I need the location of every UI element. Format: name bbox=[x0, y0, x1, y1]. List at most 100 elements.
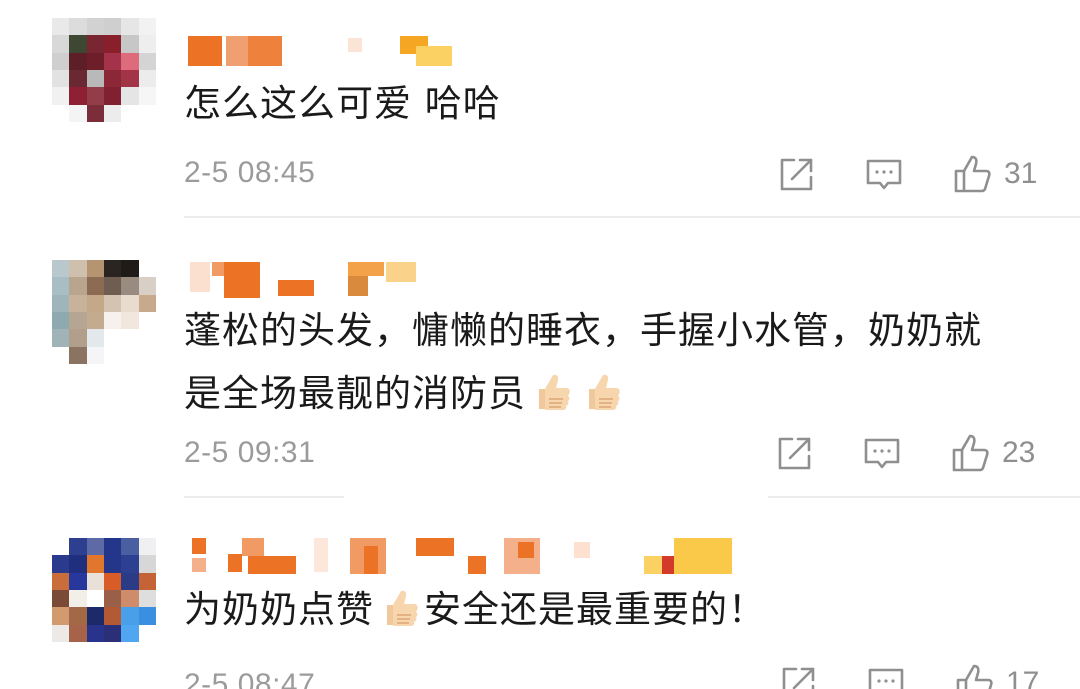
avatar-pixel bbox=[138, 277, 156, 295]
username[interactable] bbox=[188, 260, 488, 300]
avatar-pixel bbox=[69, 607, 87, 625]
share-icon bbox=[778, 664, 818, 689]
avatar-pixel bbox=[138, 572, 156, 590]
avatar-pixel bbox=[69, 555, 87, 573]
avatar-pixel bbox=[138, 70, 156, 88]
avatar-pixel bbox=[104, 104, 122, 122]
like-button[interactable]: 23 bbox=[950, 432, 1035, 474]
avatar-pixel bbox=[52, 555, 70, 573]
like-button[interactable]: 17 bbox=[954, 662, 1039, 689]
avatar-pixel bbox=[86, 70, 104, 88]
avatar-pixel bbox=[104, 607, 122, 625]
avatar-pixel bbox=[69, 70, 87, 88]
comment-text-line: 蓬松的头发，慵懒的睡衣，手握小水管，奶奶就 bbox=[184, 309, 982, 352]
avatar-pixel bbox=[86, 35, 104, 53]
avatar-pixel bbox=[69, 346, 87, 364]
avatar-pixel bbox=[121, 312, 139, 330]
avatar-pixel bbox=[121, 87, 139, 105]
avatar-pixel bbox=[52, 294, 70, 312]
reply-button[interactable] bbox=[864, 155, 904, 195]
reply-button[interactable] bbox=[862, 434, 902, 474]
avatar-pixel bbox=[86, 104, 104, 122]
like-count: 17 bbox=[1006, 666, 1040, 689]
avatar-pixel bbox=[69, 294, 87, 312]
avatar-pixel bbox=[104, 52, 122, 70]
comment-list: 怎么这么可爱 哈哈 2-5 08:45 31 蓬松的头发，慵懒的睡衣，手握小水管… bbox=[0, 0, 1080, 689]
avatar-pixel bbox=[86, 312, 104, 330]
avatar-pixel bbox=[121, 277, 139, 295]
avatar-pixel bbox=[138, 624, 156, 642]
avatar[interactable] bbox=[52, 260, 156, 364]
avatar-pixel bbox=[86, 277, 104, 295]
comment-text-part: 安全还是最重要的！ bbox=[424, 588, 766, 631]
avatar-pixel bbox=[138, 555, 156, 573]
like-icon bbox=[954, 662, 996, 689]
like-button[interactable]: 31 bbox=[952, 153, 1037, 195]
like-count: 31 bbox=[1004, 157, 1038, 190]
avatar-pixel bbox=[69, 312, 87, 330]
reply-button[interactable] bbox=[866, 664, 906, 689]
avatar-pixel bbox=[86, 87, 104, 105]
avatar-pixel bbox=[86, 329, 104, 347]
avatar-pixel bbox=[104, 312, 122, 330]
avatar-pixel bbox=[69, 329, 87, 347]
avatar-pixel bbox=[104, 572, 122, 590]
comment-text: 蓬松的头发，慵懒的睡衣，手握小水管，奶奶就 是全场最靓的消防员 bbox=[184, 299, 1040, 425]
comment-text: 为奶奶点赞 安全还是最重要的！ bbox=[184, 578, 1040, 641]
avatar[interactable] bbox=[52, 538, 156, 642]
comment-item: 怎么这么可爱 哈哈 2-5 08:45 31 bbox=[0, 0, 1080, 218]
avatar-pixel bbox=[69, 538, 87, 556]
share-button[interactable] bbox=[776, 155, 816, 195]
share-button[interactable] bbox=[778, 664, 818, 689]
avatar-pixel bbox=[69, 572, 87, 590]
avatar-pixel bbox=[52, 607, 70, 625]
avatar-pixel bbox=[138, 52, 156, 70]
avatar-pixel bbox=[121, 607, 139, 625]
avatar-pixel bbox=[121, 70, 139, 88]
avatar-pixel bbox=[52, 260, 70, 278]
avatar-pixel bbox=[52, 18, 70, 36]
avatar-pixel bbox=[52, 277, 70, 295]
thumbs-up-emoji-icon bbox=[529, 369, 573, 413]
avatar-pixel bbox=[104, 624, 122, 642]
username[interactable] bbox=[188, 32, 488, 72]
avatar-pixel bbox=[138, 18, 156, 36]
username[interactable] bbox=[188, 538, 748, 578]
share-button[interactable] bbox=[774, 434, 814, 474]
avatar-pixel bbox=[52, 52, 70, 70]
avatar-pixel bbox=[86, 538, 104, 556]
avatar-pixel bbox=[69, 18, 87, 36]
avatar-pixel bbox=[52, 35, 70, 53]
avatar-pixel bbox=[52, 87, 70, 105]
avatar-pixel bbox=[104, 18, 122, 36]
avatar-pixel bbox=[69, 104, 87, 122]
avatar-pixel bbox=[138, 35, 156, 53]
like-icon bbox=[950, 432, 992, 474]
avatar-pixel bbox=[86, 555, 104, 573]
avatar-pixel bbox=[138, 260, 156, 278]
avatar-pixel bbox=[121, 52, 139, 70]
avatar-pixel bbox=[121, 104, 139, 122]
avatar-pixel bbox=[121, 346, 139, 364]
avatar-pixel bbox=[86, 607, 104, 625]
avatar-pixel bbox=[104, 346, 122, 364]
avatar-pixel bbox=[86, 624, 104, 642]
avatar-pixel bbox=[104, 555, 122, 573]
comment-text-part: 为奶奶点赞 bbox=[184, 588, 374, 631]
avatar-pixel bbox=[121, 329, 139, 347]
avatar-pixel bbox=[69, 590, 87, 608]
avatar-pixel bbox=[104, 70, 122, 88]
avatar-pixel bbox=[138, 87, 156, 105]
avatar-pixel bbox=[52, 572, 70, 590]
comment-icon bbox=[862, 434, 902, 474]
avatar[interactable] bbox=[52, 18, 156, 122]
comment-icon bbox=[864, 155, 904, 195]
avatar-pixel bbox=[52, 590, 70, 608]
avatar-pixel bbox=[52, 346, 70, 364]
avatar-pixel bbox=[121, 572, 139, 590]
avatar-pixel bbox=[86, 572, 104, 590]
avatar-pixel bbox=[138, 607, 156, 625]
avatar-pixel bbox=[52, 329, 70, 347]
avatar-pixel bbox=[69, 624, 87, 642]
avatar-pixel bbox=[104, 294, 122, 312]
